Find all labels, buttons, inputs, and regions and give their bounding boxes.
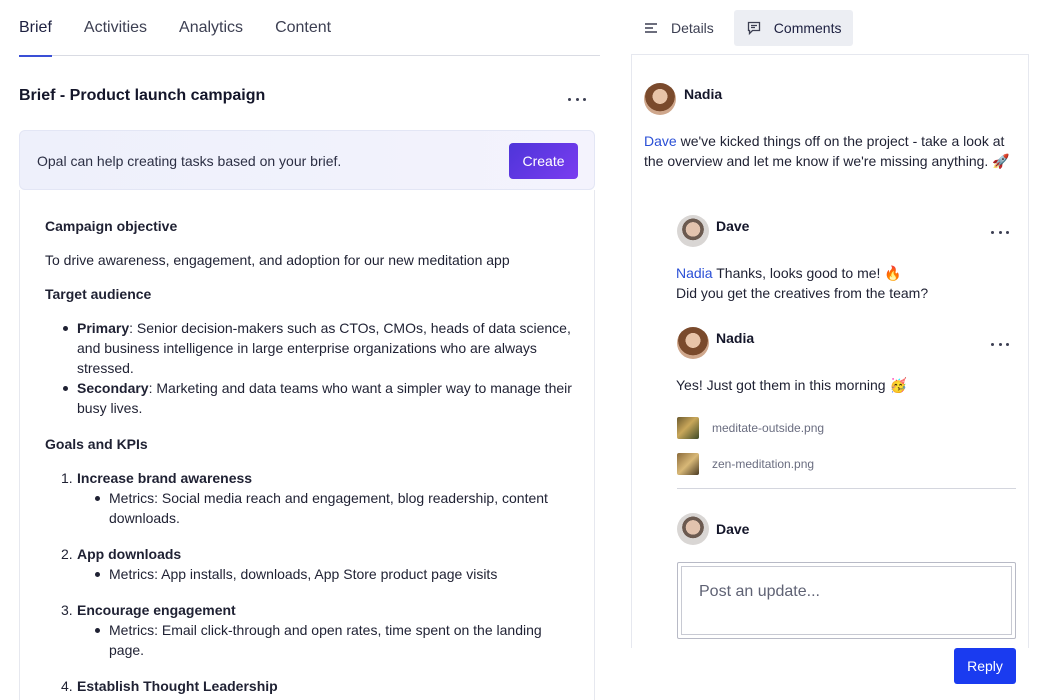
objective-text: To drive awareness, engagement, and adop… xyxy=(45,252,510,268)
brief-pane: Brief Activities Analytics Content Brief… xyxy=(0,0,620,700)
mention-link[interactable]: Nadia xyxy=(676,265,713,281)
goal-metric: Metrics: Email click-through and open ra… xyxy=(77,620,575,660)
comment-author: Nadia xyxy=(716,330,755,346)
list-item: 2. App downloads Metrics: App installs, d… xyxy=(45,544,575,584)
comment-icon xyxy=(747,21,760,36)
tab-brief[interactable]: Brief xyxy=(19,0,52,57)
post-update-input[interactable] xyxy=(681,566,1012,635)
composer-author: Dave xyxy=(716,521,750,537)
list-item: 1. Increase brand awareness Metrics: Soci… xyxy=(45,468,575,528)
more-dot-icon xyxy=(1006,230,1009,234)
audience-list: Primary: Senior decision-makers such as … xyxy=(45,318,575,418)
comment-text: Yes! Just got them in this morning 🥳 xyxy=(676,377,907,393)
comment-more-button[interactable] xyxy=(988,334,1012,354)
ai-suggestion-banner: Opal can help creating tasks based on yo… xyxy=(19,130,595,190)
tab-comments[interactable]: Comments xyxy=(733,10,854,46)
avatar xyxy=(677,215,709,247)
goal-metric: Metrics: Social media reach and engageme… xyxy=(77,488,575,528)
main-tabs: Brief Activities Analytics Content xyxy=(19,0,600,57)
avatar xyxy=(644,83,676,115)
tab-analytics[interactable]: Analytics xyxy=(179,0,243,56)
image-thumbnail xyxy=(677,453,699,475)
list-item: 3. Encourage engagement Metrics: Email cl… xyxy=(45,600,575,660)
comment-text: Dave we've kicked things off on the proj… xyxy=(644,133,1010,169)
banner-text: Opal can help creating tasks based on yo… xyxy=(37,153,342,169)
list-item: 4. Establish Thought Leadership xyxy=(61,678,278,694)
more-dot-icon xyxy=(568,97,571,101)
image-thumbnail xyxy=(677,417,699,439)
goals-heading: Goals and KPIs xyxy=(45,436,148,452)
mention-link[interactable]: Dave xyxy=(644,133,677,149)
page-title: Brief - Product launch campaign xyxy=(19,87,266,104)
more-dot-icon xyxy=(583,97,586,101)
list-item: Primary: Senior decision-makers such as … xyxy=(45,318,575,378)
more-dot-icon xyxy=(991,230,994,234)
more-dot-icon xyxy=(575,97,579,101)
text-lines-icon xyxy=(645,23,657,33)
tab-details[interactable]: Details xyxy=(631,10,726,46)
more-dot-icon xyxy=(998,230,1002,234)
goal-metric: Metrics: App installs, downloads, App St… xyxy=(77,564,575,584)
reply-button[interactable]: Reply xyxy=(954,648,1016,684)
comment-more-button[interactable] xyxy=(988,222,1012,242)
goals-list: 1. Increase brand awareness Metrics: Soci… xyxy=(45,468,575,696)
attachment-link[interactable]: zen-meditation.png xyxy=(677,453,814,475)
avatar xyxy=(677,513,709,545)
comment-author: Nadia xyxy=(684,86,723,102)
more-dot-icon xyxy=(991,342,994,346)
tab-content[interactable]: Content xyxy=(275,0,331,56)
brief-more-button[interactable] xyxy=(565,89,589,109)
avatar xyxy=(677,327,709,359)
create-button[interactable]: Create xyxy=(509,143,578,179)
brief-document: Campaign objective To drive awareness, e… xyxy=(19,190,595,700)
audience-heading: Target audience xyxy=(45,286,152,302)
more-dot-icon xyxy=(998,342,1002,346)
more-dot-icon xyxy=(1006,342,1009,346)
divider xyxy=(677,488,1016,489)
list-item: Secondary: Marketing and data teams who … xyxy=(45,378,575,418)
tab-activities[interactable]: Activities xyxy=(84,0,147,56)
comment-author: Dave xyxy=(716,218,750,234)
objective-heading: Campaign objective xyxy=(45,218,178,234)
side-tabs: Details Comments xyxy=(631,10,861,46)
comment-text: Nadia Thanks, looks good to me! 🔥 Did yo… xyxy=(676,265,929,301)
attachment-link[interactable]: meditate-outside.png xyxy=(677,417,824,439)
post-update-field-wrapper xyxy=(677,562,1016,639)
